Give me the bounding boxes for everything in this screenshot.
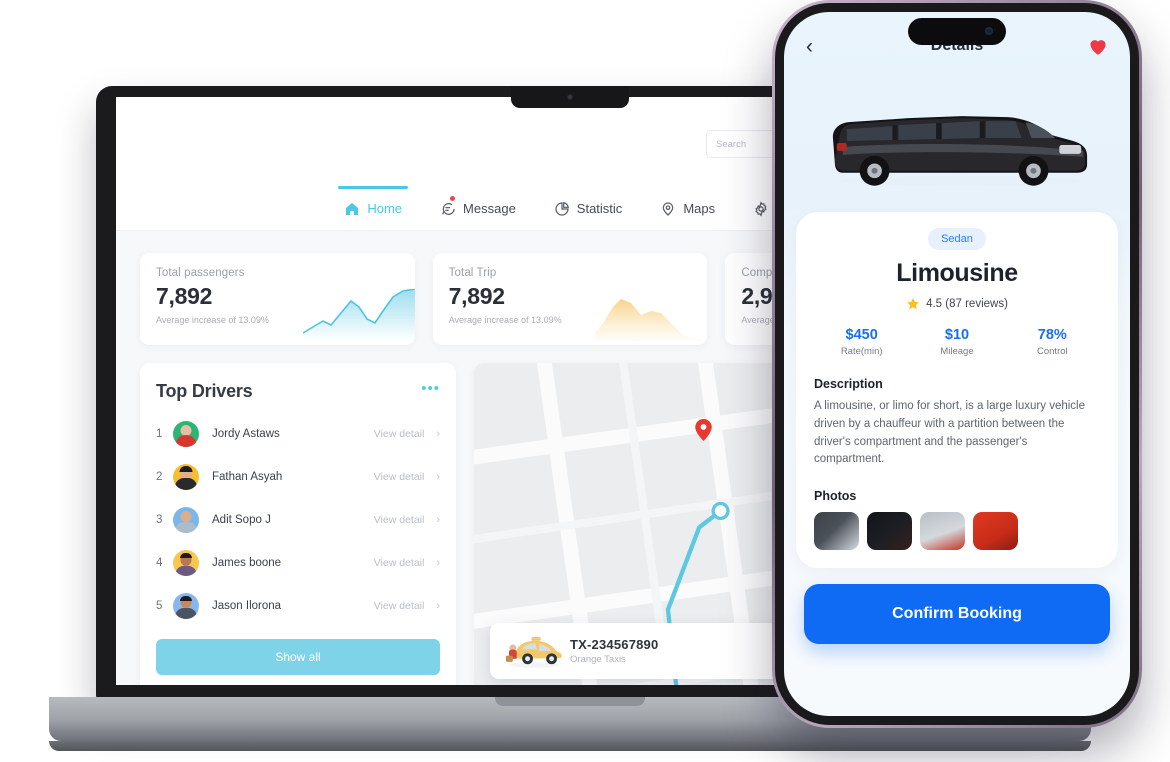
vehicle-details-sheet: Sedan Limousine 4.5 (87 reviews) $450 Ra… (796, 212, 1118, 569)
status-badge: Sedan (928, 228, 986, 250)
black-limousine-photo (832, 116, 1088, 186)
nav-item-message[interactable]: Message (438, 187, 518, 231)
stat-value: 78% (1037, 327, 1067, 343)
badge-row: Sedan (814, 228, 1100, 250)
heart-icon[interactable] (1088, 37, 1108, 56)
laptop-base-edge (49, 741, 1091, 751)
nav-label-statistic: Statistic (576, 201, 623, 216)
description-text: A limousine, or limo for short, is a lar… (814, 400, 1085, 466)
chevron-right-icon: › (436, 470, 440, 483)
driver-view-detail-link[interactable]: View detail (374, 471, 425, 483)
driver-view-detail-link[interactable]: View detail (374, 514, 425, 526)
star-icon (907, 298, 919, 310)
driver-name: Adit Sopo J (212, 513, 271, 526)
photo-thumbnail[interactable] (920, 512, 965, 551)
top-drivers-card: Top Drivers ••• 1 Jordy Astaws View deta… (140, 363, 456, 685)
more-horizontal-icon[interactable]: ••• (421, 381, 440, 396)
vehicle-hero-image (784, 80, 1130, 202)
avatar (173, 549, 199, 576)
message-icon (442, 202, 455, 215)
vehicle-stat-rate: $450 Rate(min) (814, 327, 909, 357)
stat-label: Total Trip (448, 267, 497, 279)
driver-name: Fathan Asyah (212, 470, 283, 483)
chevron-right-icon: › (436, 599, 440, 612)
chevron-left-icon[interactable]: ‹ (806, 36, 813, 57)
rating-row: 4.5 (87 reviews) (814, 297, 1100, 311)
photo-thumbnail[interactable] (867, 512, 912, 551)
driver-rank: 5 (156, 599, 163, 612)
driver-rank: 3 (156, 513, 163, 526)
top-drivers-header: Top Drivers ••• (156, 381, 440, 402)
driver-row[interactable]: 1 Jordy Astaws View detail › (156, 412, 440, 455)
photo-thumbnail[interactable] (973, 512, 1018, 551)
phone-screen: ‹ Details Sedan Limousine 4.5 (87 review… (784, 12, 1130, 716)
stat-card-total-trip: Total Trip 7,892 Average increase of 13.… (432, 253, 708, 345)
home-icon (346, 202, 359, 215)
map-pin-marker-icon (695, 419, 712, 442)
pie-chart-icon (555, 201, 569, 216)
driver-row[interactable]: 2 Fathan Asyah View detail › (156, 455, 440, 498)
stat-label: Total passengers (156, 267, 245, 279)
avatar (173, 506, 199, 533)
driver-view-detail-link[interactable]: View detail (374, 557, 425, 569)
confirm-booking-button[interactable]: Confirm Booking (804, 584, 1110, 645)
sparkline-chart-trips (595, 299, 708, 341)
stat-card-total-passengers: Total passengers 7,892 Average increase … (140, 253, 415, 345)
driver-row[interactable]: 5 Jason Ilorona View detail › (156, 584, 440, 627)
stat-label: Control (1037, 346, 1068, 357)
vehicle-stats-row: $450 Rate(min) $10 Mileage 78% Control (814, 327, 1100, 357)
gear-icon (755, 200, 767, 217)
driver-rank: 1 (156, 427, 163, 440)
photos-gallery (814, 512, 1100, 551)
driver-view-detail-link[interactable]: View detail (374, 428, 425, 440)
chevron-right-icon: › (436, 556, 440, 569)
driver-rank: 2 (156, 470, 163, 483)
nav-label-home: Home (367, 201, 403, 216)
avatar (173, 463, 199, 490)
stat-value: $10 (944, 327, 970, 343)
top-drivers-list: 1 Jordy Astaws View detail › 2 Fathan As… (156, 412, 440, 627)
driver-row[interactable]: 3 Adit Sopo J View detail › (156, 498, 440, 541)
nav-item-home[interactable]: Home (342, 187, 404, 231)
nav-label-maps: Maps (683, 201, 716, 216)
show-all-button[interactable]: Show all (156, 639, 440, 675)
dynamic-island (908, 18, 1006, 45)
top-drivers-title: Top Drivers (156, 381, 253, 401)
vehicle-title: Limousine (896, 259, 1018, 287)
mockup-scene: Home Message (0, 0, 1170, 762)
driver-row[interactable]: 4 James boone View detail › (156, 541, 440, 584)
stat-label: Rate(min) (840, 346, 883, 357)
photo-thumbnail[interactable] (814, 512, 859, 551)
chevron-right-icon: › (436, 513, 440, 526)
description-heading: Description (814, 377, 883, 391)
avatar (173, 592, 199, 619)
sparkline-chart-passengers (302, 289, 415, 341)
map-pin-icon (663, 201, 674, 216)
rating-text: 4.5 (87 reviews) (926, 298, 1008, 310)
stat-label: Mileage (940, 346, 974, 357)
taxi-icon (505, 637, 562, 668)
laptop-camera-icon (567, 94, 573, 100)
driver-name: Jordy Astaws (212, 427, 280, 440)
vehicle-stat-mileage: $10 Mileage (909, 327, 1004, 357)
nav-item-maps[interactable]: Maps (658, 187, 717, 231)
nav-item-statistic[interactable]: Statistic (552, 187, 625, 231)
phone-device: ‹ Details Sedan Limousine 4.5 (87 review… (772, 0, 1142, 728)
message-notification-badge (450, 195, 456, 201)
avatar (173, 420, 199, 447)
driver-rank: 4 (156, 556, 163, 569)
vehicle-stat-control: 78% Control (1005, 327, 1100, 357)
driver-name: Jason Ilorona (212, 599, 282, 612)
driver-view-detail-link[interactable]: View detail (374, 600, 425, 612)
driver-name: James boone (212, 556, 282, 569)
photos-heading: Photos (814, 489, 857, 504)
cta-container: Confirm Booking (784, 568, 1130, 645)
nav-label-message: Message (463, 201, 516, 216)
stat-value: $450 (845, 327, 878, 343)
chevron-right-icon: › (436, 427, 440, 440)
